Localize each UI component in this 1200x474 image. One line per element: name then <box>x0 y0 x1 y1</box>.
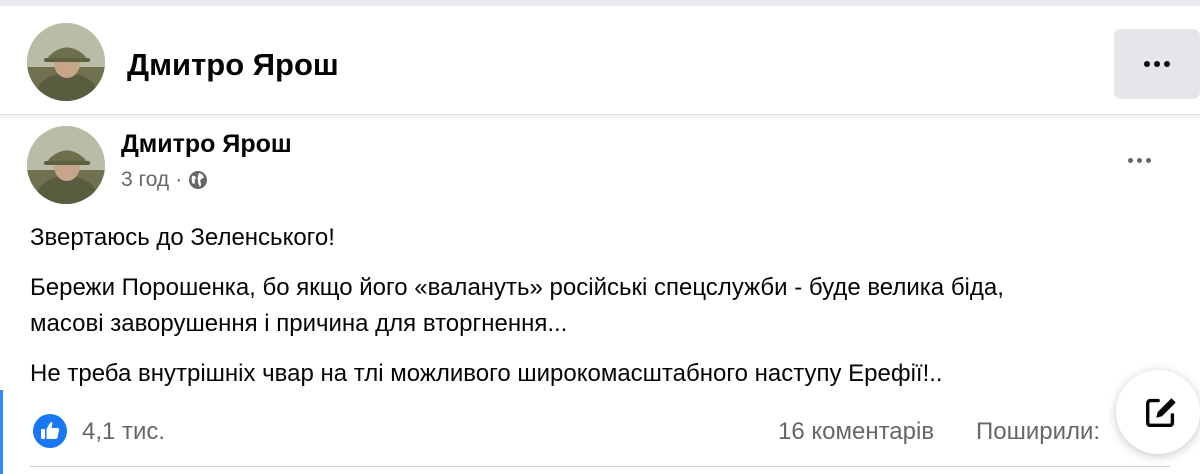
comments-count[interactable]: 16 коментарів <box>778 418 934 446</box>
post-accent-bar <box>0 390 3 474</box>
post-line: Бережи Порошенка, бо якщо його «валануть… <box>30 274 1004 301</box>
post-divider <box>30 466 1170 467</box>
profile-header: Дмитро Ярош <box>0 6 1200 115</box>
meta-separator: · <box>175 168 183 191</box>
post-card: Дмитро Ярош 3 год · Звертаюсь до Зеленсь… <box>0 118 1200 474</box>
more-horizontal-icon <box>1144 61 1170 67</box>
likes-count[interactable]: 4,1 тис. <box>82 418 165 446</box>
post-line: масові заворушення і причина для вторгне… <box>30 310 568 337</box>
post-author-name[interactable]: Дмитро Ярош <box>121 130 292 159</box>
author-photo <box>27 126 105 204</box>
post-author-avatar[interactable] <box>27 126 105 204</box>
profile-name[interactable]: Дмитро Ярош <box>127 47 339 83</box>
like-icon[interactable] <box>33 414 67 448</box>
more-horizontal-icon <box>1127 157 1151 163</box>
post-options-button[interactable] <box>1114 142 1164 178</box>
globe-icon[interactable] <box>188 170 208 190</box>
post-timestamp[interactable]: 3 год <box>121 168 169 192</box>
post-paragraph: Звертаюсь до Зеленського! <box>30 224 335 251</box>
shares-count[interactable]: Поширили: <box>976 418 1100 446</box>
post-meta: 3 год · <box>121 168 208 192</box>
compose-icon <box>1145 398 1176 428</box>
header-more-button[interactable] <box>1114 29 1200 99</box>
profile-photo <box>27 23 105 101</box>
compose-button[interactable] <box>1116 370 1200 454</box>
profile-avatar[interactable] <box>27 23 105 101</box>
post-paragraph: Не треба внутрішніх чвар на тлі можливог… <box>30 360 943 387</box>
post-paragraph: Бережи Порошенка, бо якщо його «валануть… <box>30 270 1180 342</box>
